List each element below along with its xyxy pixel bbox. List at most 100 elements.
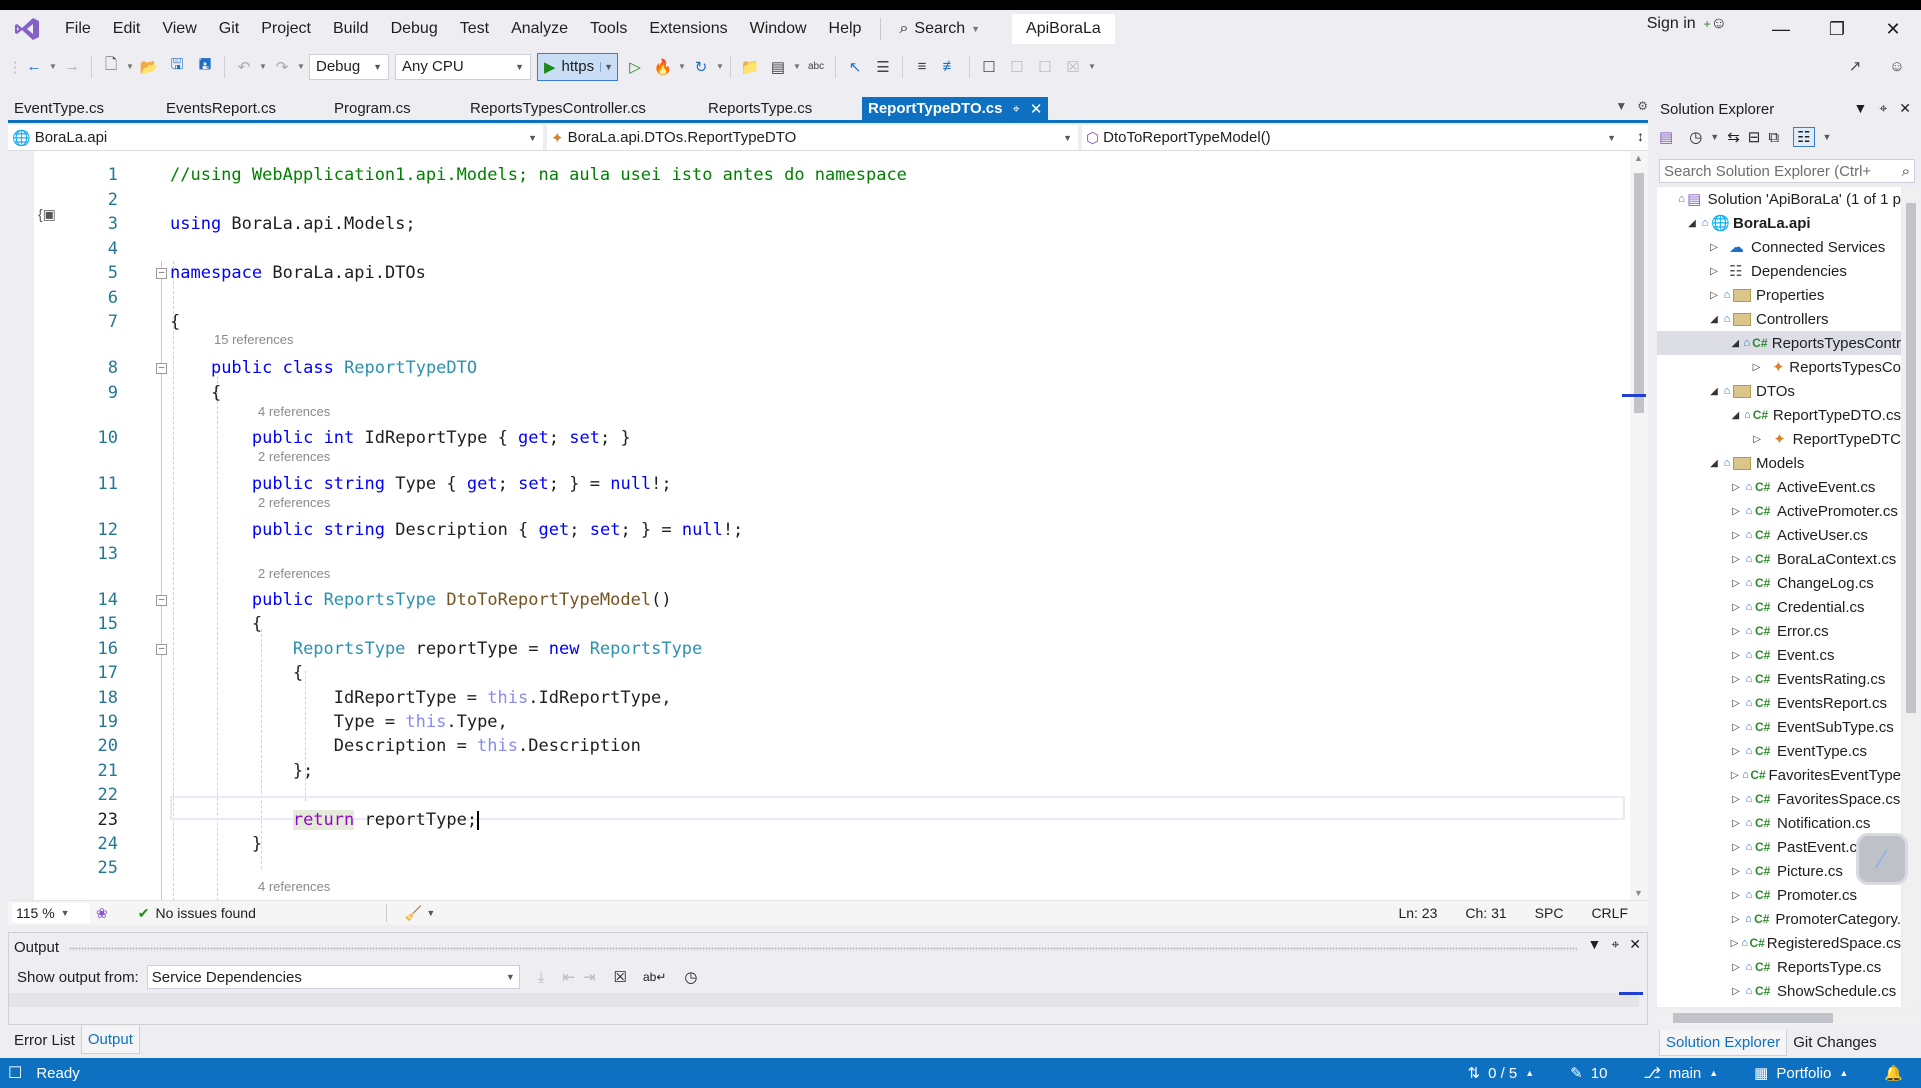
- collapsed-arrow-icon[interactable]: ▷: [1729, 938, 1740, 949]
- editor-vertical-scrollbar[interactable]: ▲ ▼: [1622, 151, 1648, 900]
- search-button[interactable]: ⌕ Search ▼: [889, 20, 990, 38]
- collapsed-arrow-icon[interactable]: ▷: [1751, 362, 1762, 373]
- toolbar-overflow-icon[interactable]: ▼: [1087, 62, 1097, 71]
- tree-item[interactable]: ▷ ⌂ C# EventsReport.cs: [1657, 691, 1901, 715]
- tree-item[interactable]: ◢ ⌂ Models: [1657, 451, 1901, 475]
- collapsed-arrow-icon[interactable]: ▷: [1729, 506, 1743, 517]
- expanded-arrow-icon[interactable]: ◢: [1707, 458, 1721, 469]
- tab-list-dropdown-icon[interactable]: ▼: [1615, 99, 1627, 113]
- codelens-references[interactable]: 4 references: [258, 879, 330, 894]
- collapsed-arrow-icon[interactable]: ▷: [1729, 770, 1741, 781]
- collapsed-arrow-icon[interactable]: ▷: [1707, 290, 1721, 301]
- member-dropdown[interactable]: ⬡ DtoToReportTypeModel() ▼: [1082, 125, 1622, 150]
- menu-project[interactable]: Project: [250, 14, 322, 44]
- clear-bookmarks-icon[interactable]: ☒: [1061, 55, 1085, 79]
- codelens-references[interactable]: 2 references: [258, 495, 330, 510]
- tree-item[interactable]: ▷ ☷ Dependencies: [1657, 259, 1901, 283]
- branch-indicator[interactable]: ⎇ main ▲: [1643, 1064, 1718, 1083]
- tab-reporttypedto[interactable]: ReportTypeDTO.cs ⌖ ✕: [862, 97, 1049, 120]
- menu-edit[interactable]: Edit: [102, 14, 152, 44]
- tree-item[interactable]: ⌂ ▤ Solution 'ApiBoraLa' (1 of 1 p: [1657, 187, 1901, 211]
- redo-icon[interactable]: ↷: [270, 55, 294, 79]
- next-bookmark-icon[interactable]: ☐: [1033, 55, 1057, 79]
- undo-icon[interactable]: ↶: [232, 55, 256, 79]
- cleanup-dropdown-icon[interactable]: ▼: [426, 908, 435, 918]
- tree-item[interactable]: ▷ ⌂ C# ShowSchedule.cs: [1657, 979, 1901, 1003]
- tree-item[interactable]: ▷ ⌂ C# Event.cs: [1657, 643, 1901, 667]
- restore-button[interactable]: ❐: [1809, 10, 1865, 48]
- collapsed-arrow-icon[interactable]: ▷: [1729, 698, 1743, 709]
- navigate-forward-icon[interactable]: →: [60, 55, 84, 79]
- menu-analyze[interactable]: Analyze: [500, 14, 579, 44]
- properties-view-icon[interactable]: ☷: [1793, 127, 1815, 147]
- tab-program[interactable]: Program.cs: [328, 97, 464, 120]
- whitespace-indicator[interactable]: SPC: [1535, 905, 1564, 921]
- collapsed-arrow-icon[interactable]: ▷: [1707, 242, 1721, 253]
- tree-item[interactable]: ▷ ⌂ C# Error.cs: [1657, 619, 1901, 643]
- split-window-icon[interactable]: ↕: [1637, 128, 1644, 144]
- collapse-icon[interactable]: –: [156, 594, 167, 606]
- tree-item[interactable]: ▷ ⌂ C# EventSubType.cs: [1657, 715, 1901, 739]
- timestamp-icon[interactable]: ◷: [684, 968, 697, 986]
- tree-item[interactable]: ◢ ⌂ C# ReportsTypesContr: [1657, 331, 1901, 355]
- issues-status[interactable]: No issues found: [155, 905, 255, 921]
- code-cleanup-icon[interactable]: 🧹: [405, 905, 422, 922]
- code-editor[interactable]: {▣ 1 //using WebApplication1.api.Models;…: [8, 151, 1630, 900]
- switch-views-icon[interactable]: ▤: [1659, 128, 1673, 146]
- tree-item[interactable]: ▷ ⌂ C# BoraLaContext.cs: [1657, 547, 1901, 571]
- scrollbar-thumb[interactable]: [1634, 173, 1644, 413]
- start-without-debugging-icon[interactable]: ▷: [623, 55, 647, 79]
- tree-item[interactable]: ▷ ⌂ C# ChangeLog.cs: [1657, 571, 1901, 595]
- refresh-dropdown-icon[interactable]: ▼: [715, 62, 725, 71]
- menu-tools[interactable]: Tools: [579, 14, 638, 44]
- codelens-references[interactable]: 2 references: [258, 566, 330, 581]
- back-dropdown-icon[interactable]: ▼: [48, 62, 58, 71]
- select-element-icon[interactable]: ↖: [843, 55, 867, 79]
- live-share-icon[interactable]: ↗: [1843, 54, 1867, 78]
- tree-item[interactable]: ▷ ⌂ C# RegisteredSpace.cs: [1657, 931, 1901, 955]
- refresh-icon[interactable]: ↻: [689, 55, 713, 79]
- expanded-arrow-icon[interactable]: ◢: [1685, 218, 1699, 229]
- collapsed-arrow-icon[interactable]: ▷: [1729, 722, 1743, 733]
- collapsed-arrow-icon[interactable]: ▷: [1729, 482, 1743, 493]
- tree-item[interactable]: ◢ ⌂ Controllers: [1657, 307, 1901, 331]
- tab-eventsreport[interactable]: EventsReport.cs: [160, 97, 328, 120]
- codelens-references[interactable]: 2 references: [258, 449, 330, 464]
- changes-indicator[interactable]: ✎ 10: [1570, 1064, 1607, 1083]
- tab-solution-explorer[interactable]: Solution Explorer: [1659, 1030, 1788, 1056]
- hot-reload-dropdown-icon[interactable]: ▼: [677, 62, 687, 71]
- tree-item[interactable]: ◢ ⌂ 🌐 BoraLa.api: [1657, 211, 1901, 235]
- collapsed-arrow-icon[interactable]: ▷: [1729, 746, 1743, 757]
- collapse-icon[interactable]: –: [156, 267, 167, 279]
- tree-item[interactable]: ▷ ⌂ C# Credential.cs: [1657, 595, 1901, 619]
- navigate-back-icon[interactable]: ←: [22, 55, 46, 79]
- collapsed-arrow-icon[interactable]: ▷: [1729, 794, 1743, 805]
- collapsed-arrow-icon[interactable]: ▷: [1729, 554, 1743, 565]
- collapsed-arrow-icon[interactable]: ▷: [1729, 530, 1743, 541]
- menu-test[interactable]: Test: [449, 14, 500, 44]
- tree-item[interactable]: ▷ ⌂ C# Notification.cs: [1657, 811, 1901, 835]
- window-layout-icon[interactable]: ▤: [766, 55, 790, 79]
- tree-horizontal-scrollbar[interactable]: [1657, 1010, 1919, 1026]
- close-panel-icon[interactable]: ✕: [1899, 100, 1911, 117]
- notifications-output-icon[interactable]: ☐: [8, 1063, 22, 1083]
- collapsed-arrow-icon[interactable]: ▷: [1729, 986, 1743, 997]
- tab-reportstypescontroller[interactable]: ReportsTypesController.cs: [464, 97, 702, 120]
- tab-git-changes[interactable]: Git Changes: [1787, 1030, 1882, 1056]
- close-window-button[interactable]: ✕: [1865, 10, 1921, 48]
- chevron-down-icon[interactable]: ▼: [600, 61, 613, 72]
- collapsed-arrow-icon[interactable]: ▷: [1729, 674, 1743, 685]
- tree-item[interactable]: ◢ ⌂ DTOs: [1657, 379, 1901, 403]
- menu-build[interactable]: Build: [322, 14, 380, 44]
- tree-item[interactable]: ▷ ⌂ C# FavoritesEventType: [1657, 763, 1901, 787]
- tree-item[interactable]: ▷ ✦ ReportsTypesCo: [1657, 355, 1901, 379]
- undo-dropdown-icon[interactable]: ▼: [258, 62, 268, 71]
- notification-bell-icon[interactable]: 🔔: [1884, 1064, 1903, 1082]
- menu-git[interactable]: Git: [208, 14, 250, 44]
- show-all-files-icon[interactable]: ⧉: [1768, 129, 1779, 146]
- scroll-down-icon[interactable]: ▼: [1634, 888, 1643, 898]
- line-indicator[interactable]: Ln: 23: [1398, 905, 1437, 921]
- commits-indicator[interactable]: ⇅ 0 / 5 ▲: [1467, 1064, 1534, 1083]
- new-project-icon[interactable]: 🗋: [99, 55, 123, 79]
- platform-select[interactable]: Any CPU ▼: [395, 53, 531, 80]
